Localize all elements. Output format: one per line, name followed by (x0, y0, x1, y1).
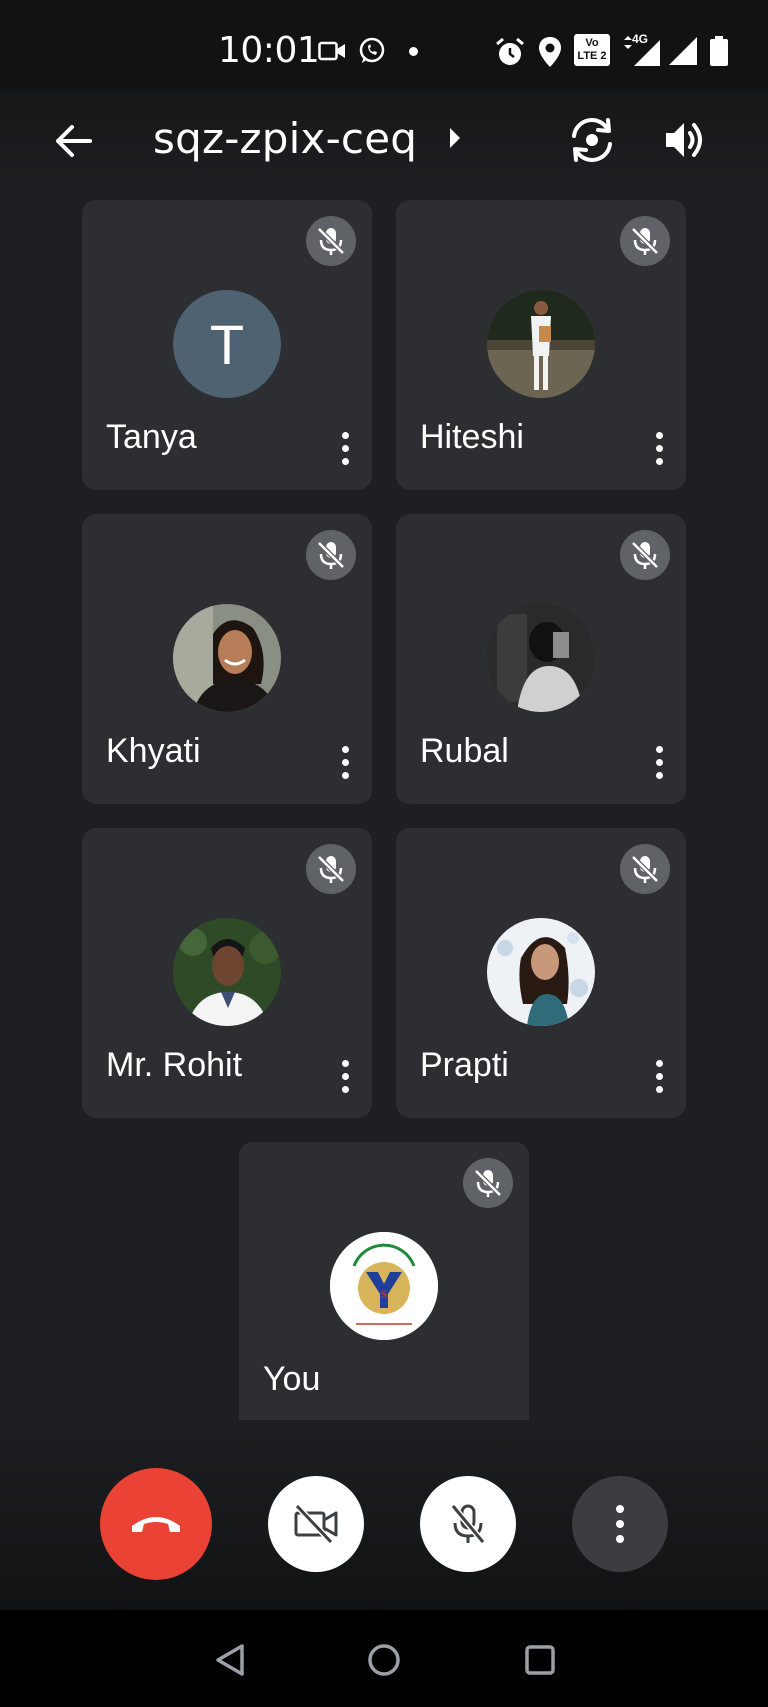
participant-tile-tanya[interactable]: T Tanya (82, 200, 372, 490)
microphone-toggle-button[interactable] (420, 1476, 516, 1572)
participant-tile-you[interactable]: S You (239, 1142, 529, 1432)
participant-name: Hiteshi (420, 418, 524, 456)
avatar (487, 290, 595, 398)
network-type-label: 4G (632, 32, 649, 46)
more-options-button[interactable] (648, 740, 670, 784)
location-icon (539, 37, 561, 67)
avatar (487, 918, 595, 1026)
participant-name: You (263, 1360, 321, 1398)
mic-off-icon (315, 225, 347, 257)
more-options-button[interactable] (648, 426, 670, 470)
end-call-icon (132, 1517, 180, 1532)
video-camera-icon (318, 41, 345, 61)
mic-muted-badge (620, 844, 670, 894)
participant-name: Rubal (420, 732, 509, 770)
mic-off-icon (472, 1167, 504, 1199)
more-vert-icon (616, 1505, 624, 1513)
avatar (173, 918, 281, 1026)
avatar-photo (487, 290, 595, 398)
recents-square-icon[interactable] (520, 1640, 560, 1680)
signal-icon (669, 37, 697, 65)
camera-off-icon (294, 1504, 338, 1544)
mic-muted-badge (306, 844, 356, 894)
mic-off-icon (629, 853, 661, 885)
camera-toggle-button[interactable] (268, 1476, 364, 1572)
mic-off-icon (315, 539, 347, 571)
mic-muted-badge (463, 1158, 513, 1208)
participant-tile-rubal[interactable]: Rubal (396, 514, 686, 804)
status-time: 10:01 (218, 30, 320, 71)
avatar (487, 604, 595, 712)
switch-camera-icon[interactable] (566, 114, 618, 166)
mic-muted-badge (306, 530, 356, 580)
end-call-button[interactable] (100, 1468, 212, 1580)
participant-tile-prapti[interactable]: Prapti (396, 828, 686, 1118)
more-options-button[interactable] (572, 1476, 668, 1572)
participant-name: Prapti (420, 1046, 509, 1084)
participant-tile-hiteshi[interactable]: Hiteshi (396, 200, 686, 490)
avatar-photo (173, 918, 281, 1026)
volte-icon: Vo LTE 2 (574, 34, 610, 66)
mic-off-icon (450, 1504, 486, 1544)
meeting-code[interactable]: sqz-zpix-ceq (153, 114, 417, 163)
home-circle-icon[interactable] (364, 1640, 404, 1680)
participant-name: Mr. Rohit (106, 1046, 243, 1084)
back-triangle-icon[interactable] (210, 1640, 250, 1680)
avatar-photo (487, 918, 595, 1026)
more-options-button[interactable] (334, 740, 356, 784)
mic-off-icon (629, 539, 661, 571)
avatar-photo (173, 604, 281, 712)
whatsapp-icon (359, 37, 385, 63)
more-options-button[interactable] (334, 426, 356, 470)
notification-dot-icon (409, 47, 418, 56)
speaker-icon[interactable] (662, 116, 710, 164)
back-arrow-icon[interactable] (50, 118, 96, 164)
caret-right-icon[interactable] (448, 126, 462, 150)
more-options-button[interactable] (648, 1054, 670, 1098)
avatar: S (330, 1232, 438, 1340)
mic-off-icon (315, 853, 347, 885)
participant-name: Khyati (106, 732, 201, 770)
yash-sewa-samiti-logo: S (330, 1232, 438, 1340)
avatar (173, 604, 281, 712)
avatar: T (173, 290, 281, 398)
mic-off-icon (629, 225, 661, 257)
mic-muted-badge (620, 530, 670, 580)
participant-tile-khyati[interactable]: Khyati (82, 514, 372, 804)
more-options-button[interactable] (334, 1054, 356, 1098)
avatar-letter: T (209, 312, 245, 376)
svg-text:S: S (381, 1287, 388, 1301)
avatar-photo (487, 604, 595, 712)
battery-icon (710, 36, 728, 66)
alarm-icon (496, 37, 524, 65)
mic-muted-badge (306, 216, 356, 266)
participant-tile-mr-rohit[interactable]: Mr. Rohit (82, 828, 372, 1118)
mic-muted-badge (620, 216, 670, 266)
participant-name: Tanya (106, 418, 197, 456)
